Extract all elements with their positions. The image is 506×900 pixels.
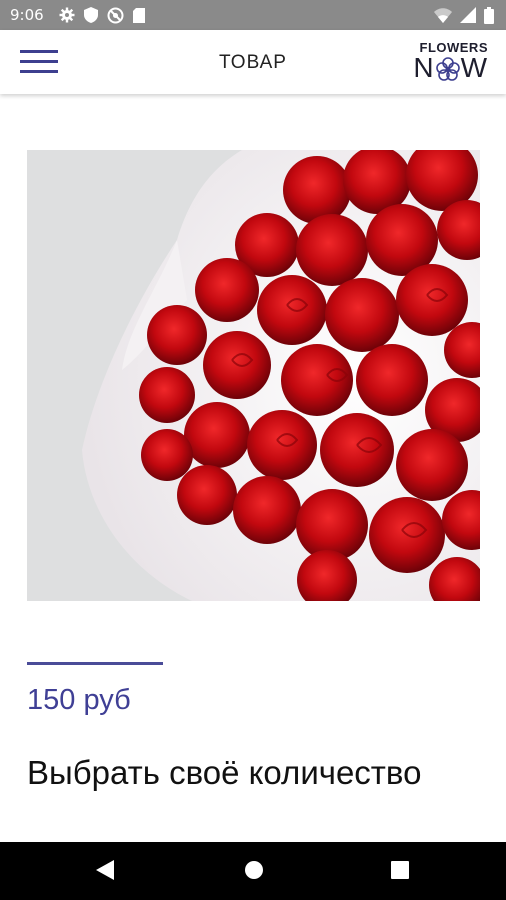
status-time: 9:06: [10, 6, 44, 24]
signal-icon: [460, 7, 476, 23]
logo-letter-w: W: [460, 52, 488, 83]
logo-letter-n: N: [413, 52, 435, 83]
price-divider: [27, 662, 163, 665]
status-right: [434, 6, 494, 24]
home-icon[interactable]: [243, 859, 265, 886]
battery-icon: [484, 6, 494, 24]
recents-icon[interactable]: [390, 859, 410, 886]
logo-bottom-text: N W: [413, 52, 488, 84]
no-sync-icon: [107, 7, 124, 24]
back-icon[interactable]: [95, 859, 115, 886]
choose-quantity-heading: Выбрать своё количество: [27, 754, 422, 791]
roses-bouquet-image: [27, 150, 480, 601]
shield-icon: [83, 7, 98, 23]
app-bar: ТОВАР FLOWERS N W: [0, 30, 506, 94]
flower-icon: [435, 56, 460, 81]
wifi-icon: [434, 7, 452, 23]
gear-icon: [59, 7, 75, 23]
system-navigation-bar: [0, 842, 506, 900]
sd-card-icon: [132, 7, 145, 23]
product-price: 150 руб: [27, 684, 131, 716]
status-left: 9:06: [10, 6, 145, 24]
product-image[interactable]: [27, 150, 480, 601]
brand-logo[interactable]: FLOWERS N W: [404, 40, 488, 84]
status-bar: 9:06: [0, 0, 506, 30]
